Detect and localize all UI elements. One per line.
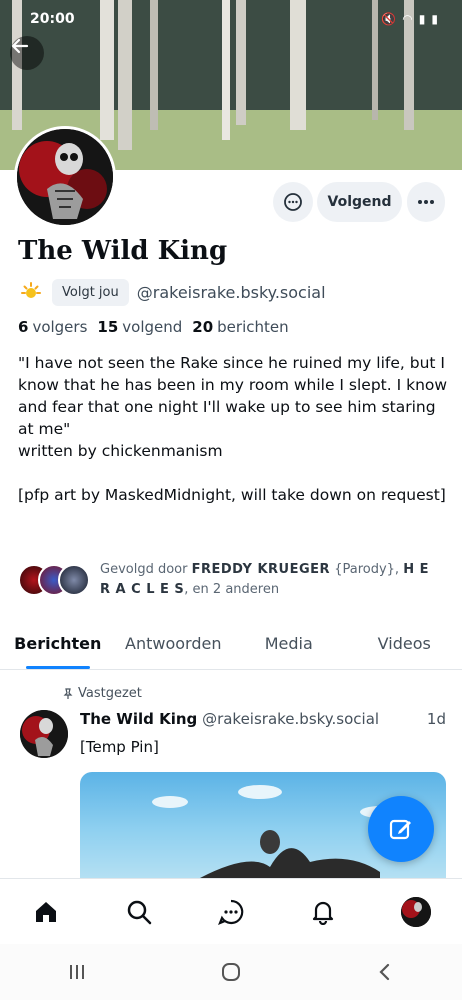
profile-handle[interactable]: @rakeisrake.bsky.social — [137, 283, 326, 302]
bottom-navigation — [0, 878, 462, 944]
avatar — [400, 896, 431, 927]
followed-by-text: Gevolgd door FREDDY KRUEGER {Parody}, H … — [100, 560, 440, 600]
following-count: 15 — [97, 318, 119, 336]
nav-messages[interactable] — [209, 890, 253, 934]
chevron-left-icon — [379, 963, 390, 981]
pencil-square-icon — [389, 819, 411, 840]
tab-videos[interactable]: Videos — [347, 620, 462, 669]
messages-icon — [217, 899, 244, 925]
followers-count: 6 — [18, 318, 29, 336]
status-icons: 🔇 ◠ ▮ ▮ — [381, 12, 438, 26]
mute-icon: 🔇 — [381, 12, 397, 26]
tab-media[interactable]: Media — [231, 620, 347, 669]
home-system-button[interactable] — [207, 952, 255, 992]
following-stat[interactable]: 15 volgend — [97, 318, 182, 336]
pinned-indicator: Vastgezet — [62, 686, 142, 701]
recent-apps-button[interactable] — [53, 952, 101, 992]
tab-berichten[interactable]: Berichten — [0, 620, 116, 669]
post-header: The Wild King @rakeisrake.bsky.social 1d — [80, 710, 446, 728]
follower-avatar — [58, 564, 90, 596]
followed-by-row[interactable]: Gevolgd door FREDDY KRUEGER {Parody}, H … — [18, 560, 440, 600]
nav-search[interactable] — [117, 890, 161, 934]
followers-label: volgers — [32, 318, 88, 336]
recent-apps-icon — [70, 965, 84, 979]
post-time: 1d — [426, 710, 446, 728]
posts-stat: 20 berichten — [192, 318, 288, 336]
followers-stat[interactable]: 6 volgers — [18, 318, 87, 336]
signal-icon: ▮ — [418, 12, 426, 26]
arrow-left-icon — [11, 38, 29, 54]
profile-meta-row: Volgt jou @rakeisrake.bsky.social — [18, 276, 326, 308]
nav-home[interactable] — [24, 890, 68, 934]
nav-notifications[interactable] — [301, 890, 345, 934]
battery-icon: ▮ — [431, 12, 438, 26]
profile-avatar[interactable] — [14, 126, 116, 228]
chat-bubble-icon — [284, 193, 302, 211]
status-bar: 20:00 🔇 ◠ ▮ ▮ — [30, 8, 438, 30]
more-options-button[interactable] — [407, 182, 445, 222]
post-author-handle: @rakeisrake.bsky.social — [202, 710, 380, 728]
status-time: 20:00 — [30, 11, 75, 27]
following-label: volgend — [122, 318, 183, 336]
home-circle-icon — [222, 963, 240, 981]
post-author-name[interactable]: The Wild King — [80, 710, 197, 728]
post-text: [Temp Pin] — [80, 738, 159, 756]
posts-label: berichten — [217, 318, 289, 336]
followed-by-prefix: Gevolgd door — [100, 562, 188, 577]
compose-button[interactable] — [368, 796, 434, 862]
followed-by-name-1: FREDDY KRUEGER — [191, 562, 331, 577]
follows-you-badge: Volgt jou — [52, 278, 129, 306]
home-icon — [36, 901, 57, 922]
followed-by-name-1-suffix: {Parody}, — [334, 562, 404, 577]
back-system-button[interactable] — [361, 952, 409, 992]
back-button[interactable] — [10, 36, 44, 70]
post-author-avatar[interactable] — [20, 710, 68, 758]
profile-tabs: Berichten Antwoorden Media Videos — [0, 620, 462, 670]
profile-stats: 6 volgers 15 volgend 20 berichten — [18, 318, 289, 336]
followed-by-suffix: , en 2 anderen — [184, 582, 280, 597]
sun-emoji-icon — [18, 279, 44, 305]
system-navigation-bar — [0, 944, 462, 1000]
ellipsis-icon — [418, 200, 434, 204]
tab-antwoorden[interactable]: Antwoorden — [116, 620, 232, 669]
pinned-label: Vastgezet — [78, 686, 142, 701]
posts-count: 20 — [192, 318, 214, 336]
profile-bio: "I have not seen the Rake since he ruine… — [18, 354, 448, 504]
profile-display-name: The Wild King — [18, 236, 228, 266]
message-button[interactable] — [273, 182, 313, 222]
nav-profile[interactable] — [394, 890, 438, 934]
following-button[interactable]: Volgend — [317, 182, 402, 222]
wifi-icon: ◠ — [402, 12, 413, 26]
search-icon — [127, 900, 151, 924]
pin-icon — [63, 687, 73, 699]
bell-icon — [313, 901, 334, 925]
